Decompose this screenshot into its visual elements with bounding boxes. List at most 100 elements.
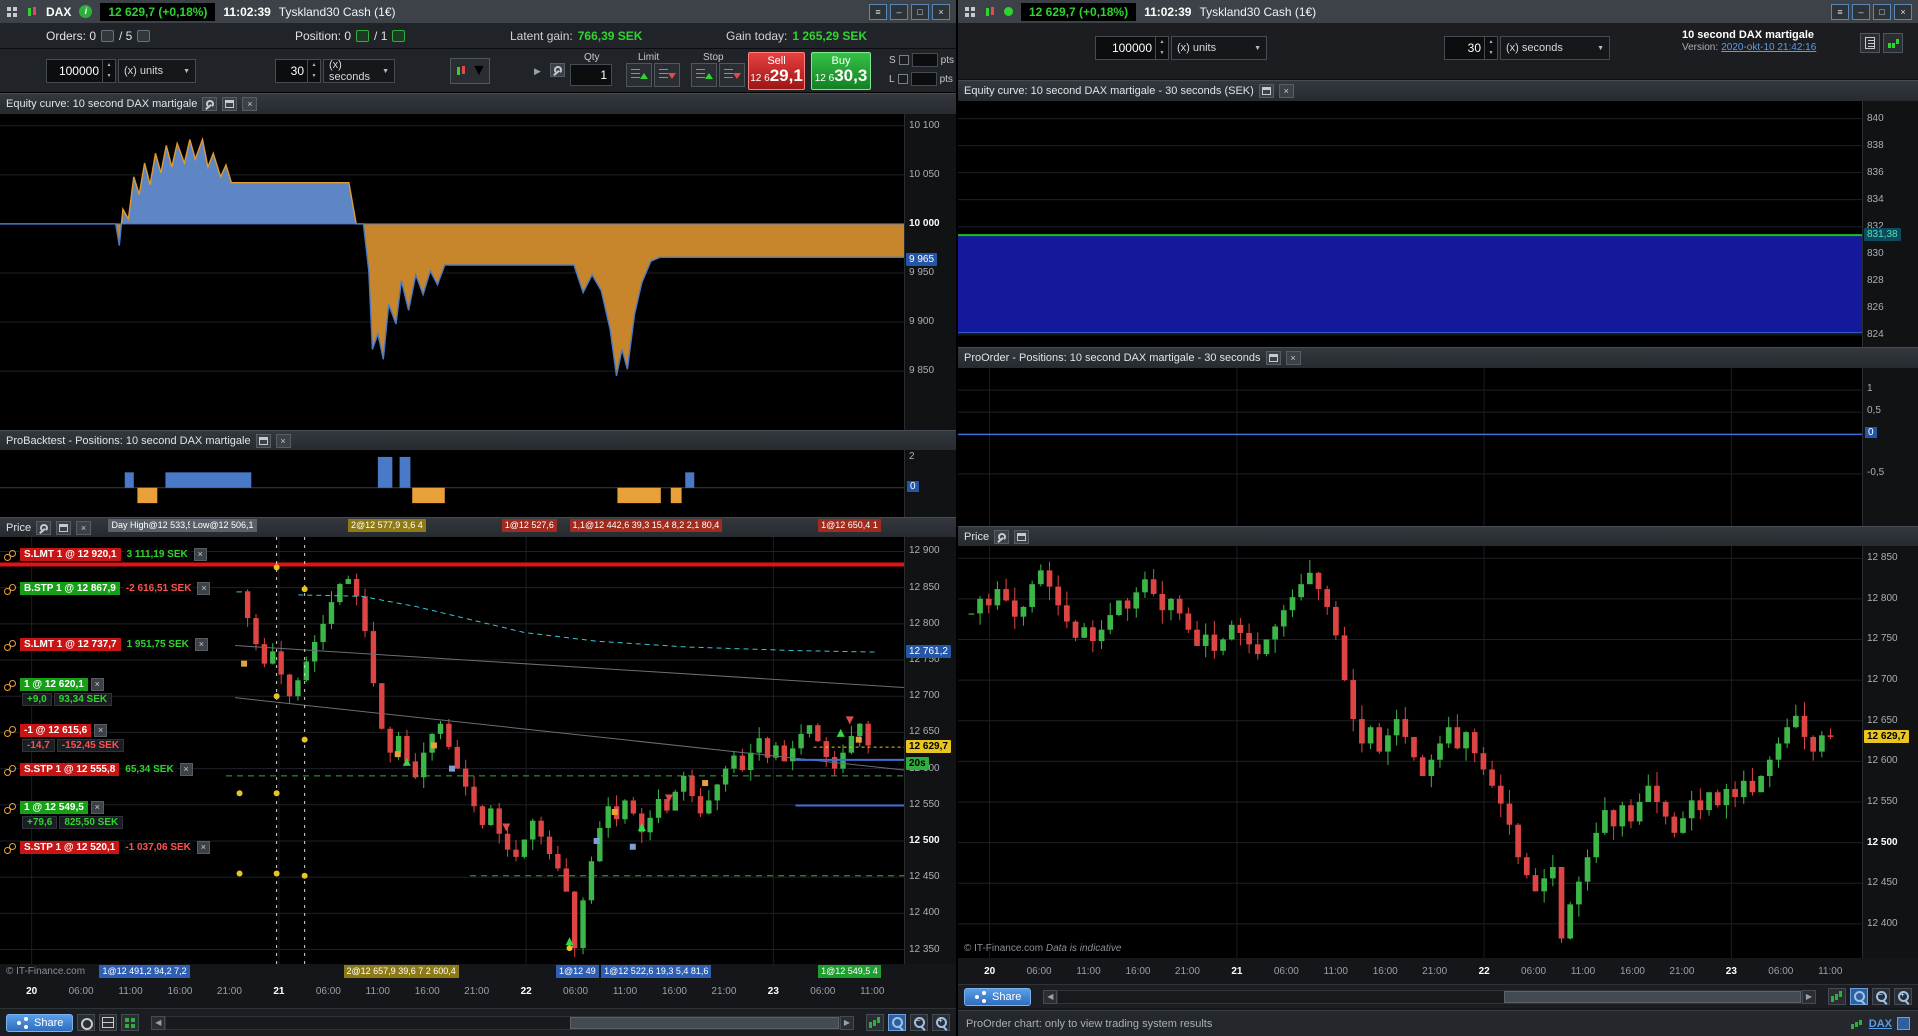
scrollbar-track[interactable] — [1057, 989, 1802, 1004]
cancel-order-button[interactable]: × — [94, 724, 108, 737]
close-panel-icon[interactable]: × — [275, 433, 291, 448]
limit-sell-button[interactable] — [654, 63, 680, 87]
grid-green-icon[interactable] — [121, 1014, 140, 1031]
stepper-up-icon[interactable]: ▲ — [1156, 37, 1168, 48]
link-icon[interactable] — [4, 639, 17, 651]
stop-attach-checkbox[interactable] — [898, 55, 909, 65]
equity-curve-chart[interactable]: 10 100 10 050 10 000 9 950 9 900 9 850 9 965 — [0, 114, 956, 430]
timeframe-stepper[interactable]: 30 ▲ ▼ — [275, 59, 321, 83]
price-chart[interactable]: 12 90012 85012 80012 75012 70012 65012 6… — [0, 537, 956, 964]
strategy-wrench-icon[interactable] — [550, 63, 565, 77]
scrollbar-track[interactable] — [165, 1015, 840, 1030]
link-icon[interactable] — [4, 583, 17, 595]
close-panel-icon[interactable]: × — [1278, 84, 1294, 98]
anchor-dot[interactable] — [236, 790, 243, 797]
detach-window-icon[interactable] — [1265, 351, 1281, 365]
units-stepper[interactable]: 100000 ▲ ▼ — [46, 59, 116, 83]
anchor-dot[interactable] — [236, 870, 243, 877]
orders-settings-icon[interactable] — [137, 30, 151, 42]
link-icon[interactable] — [4, 549, 17, 561]
link-icon[interactable] — [4, 802, 17, 814]
limit-attach-checkbox[interactable] — [897, 74, 908, 84]
status-instrument-link[interactable]: DAX — [1869, 1018, 1892, 1030]
limit-buy-button[interactable] — [626, 63, 652, 87]
info-icon[interactable]: i — [79, 5, 93, 18]
units-value[interactable]: 100000 — [47, 60, 102, 82]
share-button[interactable]: Share — [6, 1013, 74, 1032]
scroll-right-button[interactable]: ▶ — [1802, 989, 1816, 1004]
horizontal-scrollbar[interactable]: ◀ ▶ — [1043, 989, 1816, 1004]
orders-list-icon[interactable] — [101, 30, 115, 42]
anchor-dot[interactable] — [273, 870, 280, 877]
app-grid-icon[interactable] — [964, 6, 976, 18]
collapse-arrow-icon[interactable]: ▶ — [534, 66, 541, 77]
timeframe-value[interactable]: 30 — [1445, 37, 1484, 59]
alarm-icon[interactable] — [77, 1014, 96, 1031]
position-list-icon[interactable] — [356, 30, 370, 42]
stepper-down-icon[interactable]: ▼ — [1156, 48, 1168, 59]
zoom-select-icon[interactable] — [1850, 988, 1868, 1005]
cancel-order-button[interactable]: × — [196, 841, 210, 854]
link-icon[interactable] — [4, 725, 17, 737]
stepper-up-icon[interactable]: ▲ — [1485, 37, 1497, 48]
trend-line[interactable] — [235, 645, 904, 689]
detach-window-icon[interactable] — [255, 433, 271, 448]
layout-icon[interactable] — [99, 1014, 118, 1031]
scroll-left-button[interactable]: ◀ — [151, 1015, 166, 1030]
equity-curve-chart[interactable]: 840 838 836 834 832 830 828 826 824 831,38 — [958, 101, 1918, 347]
cancel-order-button[interactable]: × — [193, 548, 207, 561]
detach-window-icon[interactable] — [1014, 529, 1030, 544]
timeframe-unit-dropdown[interactable]: (x) seconds ▼ — [1500, 36, 1610, 60]
maximize-button[interactable]: □ — [1873, 3, 1891, 20]
status-doc-icon[interactable] — [1897, 1017, 1910, 1030]
minimize-button[interactable]: – — [890, 3, 908, 20]
sell-button[interactable]: Sell 12 629,1 — [748, 52, 805, 90]
close-panel-icon[interactable]: × — [1285, 351, 1301, 365]
link-icon[interactable] — [4, 842, 17, 854]
settings-wrench-icon[interactable] — [994, 529, 1010, 544]
units-stepper[interactable]: 100000 ▲ ▼ — [1095, 36, 1169, 60]
link-icon[interactable] — [4, 764, 17, 776]
anchor-dot[interactable] — [301, 586, 308, 593]
units-unit-dropdown[interactable]: (x) units ▼ — [1171, 36, 1267, 60]
zoom-in-icon[interactable]: + — [932, 1014, 950, 1031]
cancel-order-button[interactable]: × — [197, 582, 211, 595]
anchor-dot[interactable] — [273, 693, 280, 700]
stop-sell-button[interactable] — [719, 63, 745, 87]
buy-button[interactable]: Buy 12 630,3 — [811, 52, 871, 90]
timeframe-value[interactable]: 30 — [276, 60, 307, 82]
zoom-select-icon[interactable] — [888, 1014, 906, 1031]
scroll-right-button[interactable]: ▶ — [840, 1015, 854, 1030]
scrollbar-thumb[interactable] — [1503, 990, 1801, 1003]
timeframe-stepper[interactable]: 30 ▲ ▼ — [1444, 36, 1498, 60]
chart-style-button[interactable]: ▼ — [450, 58, 490, 84]
stepper-down-icon[interactable]: ▼ — [1485, 48, 1497, 59]
zoom-in-icon[interactable]: + — [1894, 988, 1912, 1005]
positions-chart[interactable]: 1 0,5 0 -0,5 — [958, 368, 1918, 526]
stop-buy-button[interactable] — [691, 63, 717, 87]
qty-input[interactable]: 1 — [570, 64, 612, 86]
report-icon[interactable] — [1860, 33, 1880, 53]
scroll-left-button[interactable]: ◀ — [1043, 989, 1058, 1004]
anchor-dot[interactable] — [273, 790, 280, 797]
link-icon[interactable] — [4, 679, 17, 691]
zoom-out-icon[interactable]: − — [910, 1014, 928, 1031]
settings-wrench-icon[interactable] — [202, 97, 218, 111]
chart-growth-icon[interactable] — [866, 1014, 884, 1031]
cancel-order-button[interactable]: × — [90, 801, 104, 814]
anchor-dot[interactable] — [273, 564, 280, 571]
stepper-up-icon[interactable]: ▲ — [308, 60, 320, 71]
detach-window-icon[interactable] — [1258, 84, 1274, 98]
zoom-out-icon[interactable]: − — [1872, 988, 1890, 1005]
position-settings-icon[interactable] — [392, 30, 406, 42]
close-button[interactable]: × — [1894, 3, 1912, 20]
window-menu-button[interactable]: ≡ — [869, 3, 887, 20]
positions-histogram-chart[interactable]: 20 — [0, 450, 956, 517]
scrollbar-thumb[interactable] — [569, 1016, 839, 1029]
chart-growth-icon[interactable] — [1828, 988, 1846, 1005]
limit-pts-input[interactable] — [910, 72, 937, 86]
timeframe-unit-dropdown[interactable]: (x) seconds ▼ — [323, 59, 395, 83]
units-value[interactable]: 100000 — [1096, 37, 1155, 59]
anchor-dot[interactable] — [566, 945, 573, 952]
share-button[interactable]: Share — [964, 987, 1032, 1006]
